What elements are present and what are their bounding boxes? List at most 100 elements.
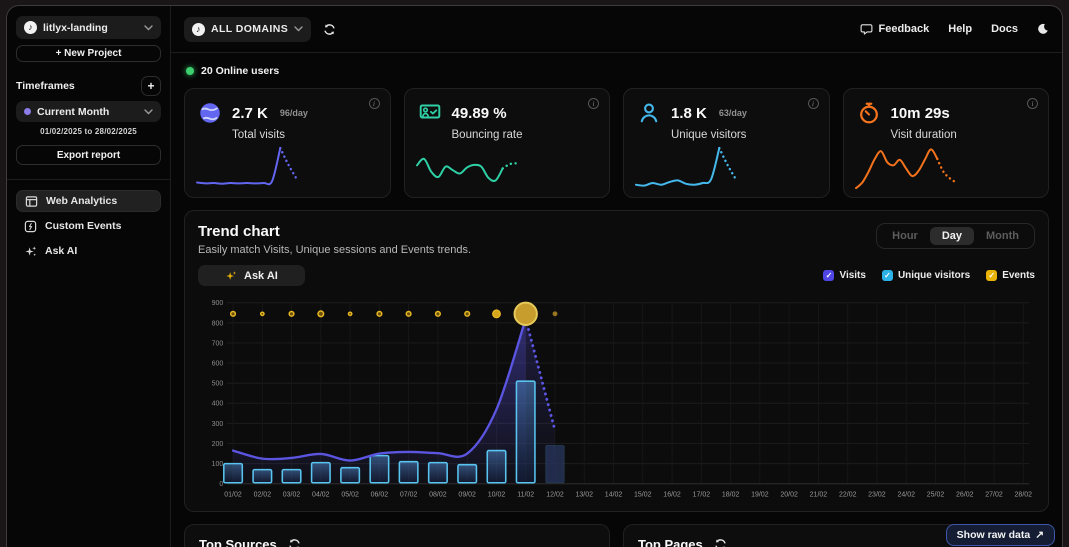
domain-selected: ALL DOMAINS [211,23,288,35]
topbar: ♪ ALL DOMAINS Feedback Help [171,6,1062,53]
svg-text:03/02: 03/02 [283,491,301,498]
docs-link[interactable]: Docs [991,23,1018,35]
show-raw-data-button[interactable]: Show raw data ↗ [946,524,1055,546]
tab-hour[interactable]: Hour [880,227,930,245]
svg-text:07/02: 07/02 [400,491,418,498]
info-icon[interactable]: i [808,98,819,109]
trend-chart[interactable]: 010020030040050060070080090001/0202/0203… [198,293,1035,503]
chevron-down-icon [144,25,153,31]
presentation-icon [417,100,443,126]
help-link[interactable]: Help [948,23,972,35]
card-visit-duration: 10m 29s Visit duration i [843,88,1050,198]
info-icon[interactable]: i [588,98,599,109]
svg-text:21/02: 21/02 [810,491,828,498]
checkbox-icon[interactable]: ✓ [986,270,997,281]
online-users-label: 20 Online users [201,65,279,77]
project-name: litlyx-landing [43,22,108,34]
ask-ai-button[interactable]: Ask AI [198,265,305,286]
card-total-visits: 2.7 K 96/day Total visits i [184,88,391,198]
bottom-row: Top Sources Top Pages [184,524,1049,547]
top-pages-title: Top Pages [638,537,703,547]
svg-text:300: 300 [212,421,224,428]
domain-selector[interactable]: ♪ ALL DOMAINS [184,17,311,42]
timeframe-selector[interactable]: Current Month [16,101,161,122]
svg-text:200: 200 [212,441,224,448]
svg-text:09/02: 09/02 [458,491,476,498]
tab-month[interactable]: Month [974,227,1031,245]
sparkline [195,140,301,192]
refresh-icon[interactable] [712,536,729,547]
checkbox-icon[interactable]: ✓ [823,270,834,281]
svg-text:500: 500 [212,381,224,388]
feedback-icon [860,23,873,36]
sidebar-item-label: Custom Events [45,220,121,232]
svg-text:700: 700 [212,340,224,347]
legend-events[interactable]: ✓ Events [986,270,1035,281]
sidebar-item-custom-events[interactable]: Custom Events [16,215,161,237]
arrow-up-right-icon: ↗ [1035,529,1044,541]
info-icon[interactable]: i [369,98,380,109]
svg-text:900: 900 [212,300,224,307]
sparkline [415,140,521,192]
svg-text:11/02: 11/02 [517,491,534,498]
svg-text:400: 400 [212,401,224,408]
card-unique-visitors: 1.8 K 63/day Unique visitors i [623,88,830,198]
sidebar-item-label: Web Analytics [46,195,117,207]
svg-text:13/02: 13/02 [576,491,594,498]
litlyx-logo-icon: ♪ [24,21,37,34]
theme-toggle[interactable] [1037,23,1049,35]
layout-icon [25,195,38,208]
legend-unique-visitors[interactable]: ✓ Unique visitors [882,270,970,281]
svg-text:16/02: 16/02 [663,491,681,498]
person-icon [636,100,662,126]
svg-text:26/02: 26/02 [956,491,974,498]
refresh-icon[interactable] [321,21,338,38]
litlyx-logo-icon: ♪ [192,23,205,36]
add-timeframe-button[interactable]: + [141,76,161,96]
timeframes-title: Timeframes [16,80,75,92]
sidebar-divider [7,179,170,180]
trend-subtitle: Easily match Visits, Unique sessions and… [198,244,471,256]
globe-icon [197,100,223,126]
checkbox-icon[interactable]: ✓ [882,270,893,281]
legend-visits[interactable]: ✓ Visits [823,270,866,281]
moon-icon [1037,23,1049,35]
svg-text:01/02: 01/02 [224,491,242,498]
project-selector[interactable]: ♪ litlyx-landing [16,16,161,39]
svg-text:22/02: 22/02 [839,491,857,498]
svg-text:06/02: 06/02 [371,491,389,498]
stat-per-day: 63/day [719,108,747,118]
online-status-icon [186,67,194,75]
info-icon[interactable]: i [1027,98,1038,109]
sparkline [854,140,960,192]
sidebar-item-ask-ai[interactable]: Ask AI [16,240,161,262]
timer-icon [856,100,882,126]
chart-legend: ✓ Visits ✓ Unique visitors ✓ Events [823,270,1035,281]
refresh-icon[interactable] [286,536,303,547]
svg-text:05/02: 05/02 [341,491,359,498]
svg-text:02/02: 02/02 [254,491,272,498]
chevron-down-icon [144,109,153,115]
feedback-link[interactable]: Feedback [860,23,930,36]
svg-text:17/02: 17/02 [693,491,711,498]
svg-text:19/02: 19/02 [751,491,769,498]
top-sources-card: Top Sources [184,524,610,547]
stat-value: 49.89 % [452,105,507,122]
sparkles-icon [24,245,37,258]
export-report-button[interactable]: Export report [16,145,161,165]
stat-value: 1.8 K [671,105,707,122]
new-project-button[interactable]: + New Project [16,45,161,62]
svg-text:600: 600 [212,361,224,368]
sidebar-item-web-analytics[interactable]: Web Analytics [16,190,161,212]
timeframe-dot-icon [24,108,31,115]
svg-text:18/02: 18/02 [722,491,740,498]
sidebar-item-label: Ask AI [45,245,77,257]
svg-text:27/02: 27/02 [985,491,1003,498]
svg-text:800: 800 [212,320,224,327]
trend-chart-card: Trend chart Easily match Visits, Unique … [184,210,1049,512]
stat-per-day: 96/day [280,108,308,118]
svg-text:12/02: 12/02 [546,491,564,498]
svg-text:10/02: 10/02 [488,491,506,498]
tab-day[interactable]: Day [930,227,974,245]
sidebar: ♪ litlyx-landing + New Project Timeframe… [7,6,171,547]
